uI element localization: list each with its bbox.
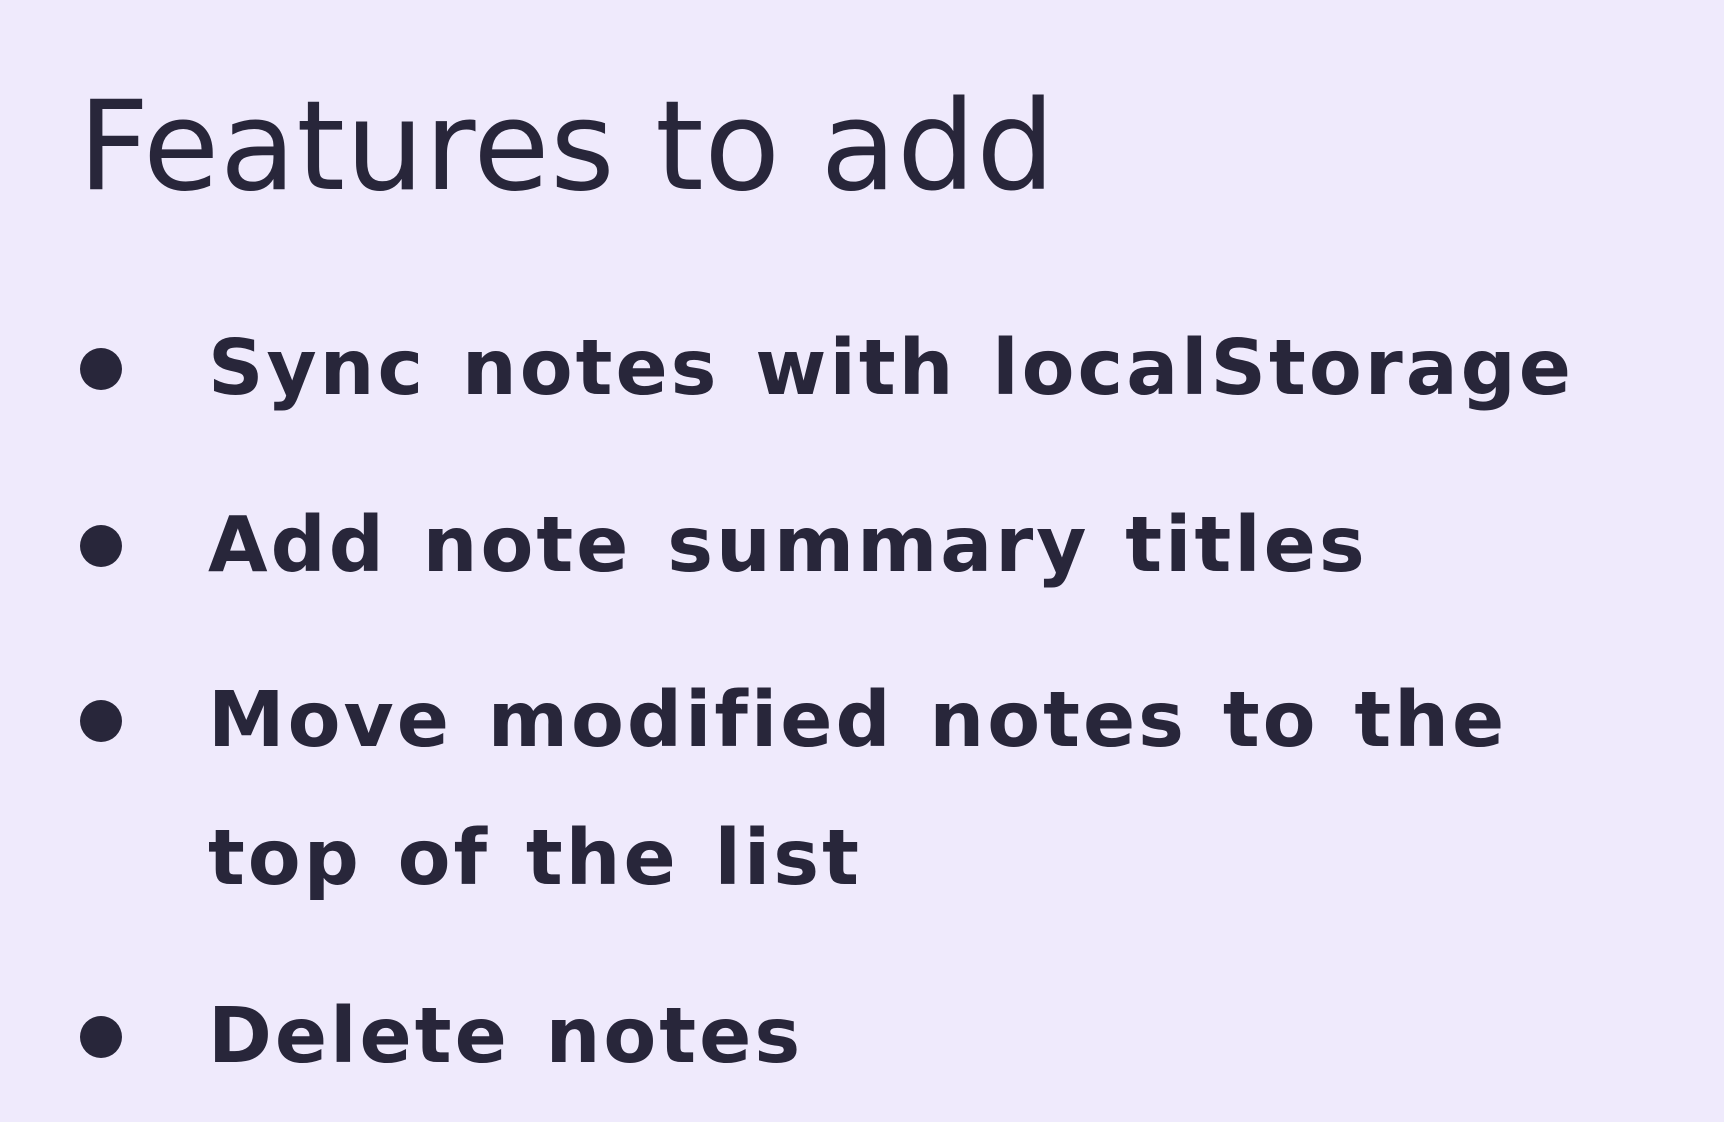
- bullet-icon: [80, 1016, 122, 1058]
- list-item-text: Sync notes with localStorage: [208, 324, 1574, 413]
- list-item-text: Add note summary titles: [208, 501, 1368, 590]
- page-title: Features to add: [78, 75, 1056, 219]
- features-document: Features to add Sync notes with localSto…: [0, 0, 1724, 1122]
- bullet-icon: [80, 348, 122, 390]
- list-item-text: Delete notes: [208, 992, 804, 1081]
- list-item-text: Move modified notes to the top of the li…: [208, 676, 1508, 903]
- bullet-icon: [80, 700, 122, 742]
- bullet-icon: [80, 525, 122, 567]
